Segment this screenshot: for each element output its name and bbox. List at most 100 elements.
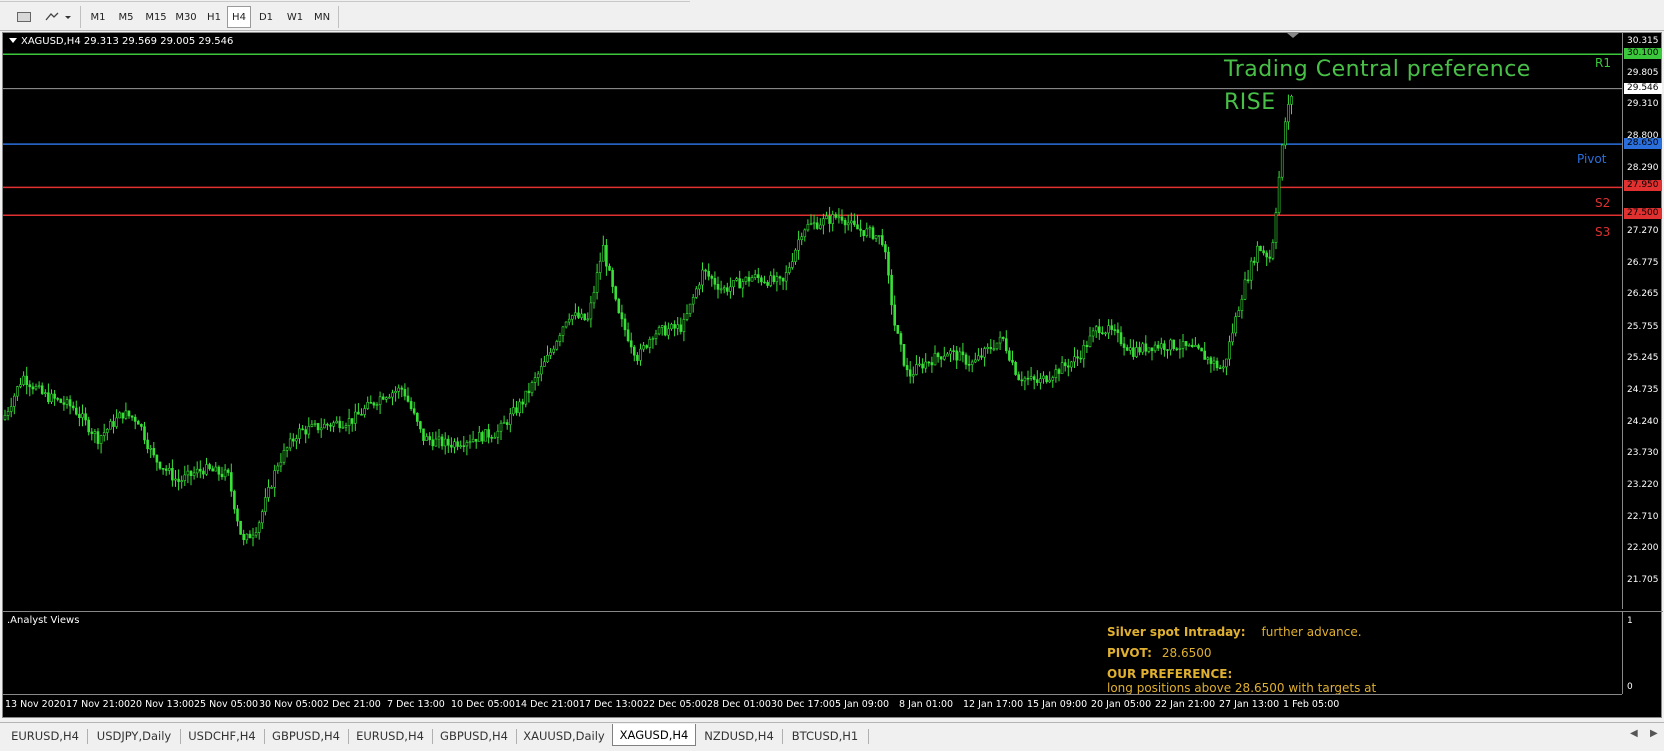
candle-body bbox=[90, 431, 94, 434]
trading-central-title: Trading Central preference bbox=[1224, 57, 1531, 82]
timeframe-mn[interactable]: MN bbox=[309, 6, 335, 28]
timeframe-m15[interactable]: M15 bbox=[141, 6, 171, 28]
candle-body bbox=[946, 353, 949, 357]
candle-body bbox=[71, 405, 75, 409]
tab-eurusd-h4-2[interactable]: EURUSD,H4 bbox=[350, 726, 430, 746]
candle-body bbox=[412, 408, 416, 414]
candle-body bbox=[273, 470, 277, 488]
time-tick: 22 Dec 05:00 bbox=[643, 699, 707, 710]
tools-dropdown-icon[interactable] bbox=[42, 6, 74, 28]
candle-body bbox=[970, 361, 974, 365]
level-label-r1: R1 bbox=[1595, 56, 1611, 70]
candle-body bbox=[1225, 358, 1228, 368]
timeframe-w1[interactable]: W1 bbox=[283, 6, 307, 28]
timeframe-h1[interactable]: H1 bbox=[202, 6, 226, 28]
timeframe-m30[interactable]: M30 bbox=[171, 6, 201, 28]
candle-body bbox=[87, 419, 90, 433]
analyst-views-panel[interactable]: .Analyst Views Silver spot Intraday: furt… bbox=[3, 611, 1622, 695]
candle-body bbox=[1259, 245, 1262, 251]
candle-body bbox=[527, 390, 531, 394]
candle-body bbox=[617, 298, 621, 314]
candle-body bbox=[1032, 376, 1036, 380]
candle-body bbox=[353, 411, 357, 424]
tab-nzdusd-h4[interactable]: NZDUSD,H4 bbox=[698, 726, 780, 746]
candle-body bbox=[1098, 326, 1101, 333]
candle-body bbox=[536, 373, 540, 378]
price-tick: 30.315 bbox=[1627, 36, 1659, 46]
candle-body bbox=[1082, 344, 1086, 360]
candle-body bbox=[667, 328, 670, 336]
price-tick: 24.735 bbox=[1627, 385, 1659, 395]
candle-body bbox=[784, 272, 788, 282]
candle-body bbox=[143, 426, 146, 441]
candle-body bbox=[19, 384, 22, 387]
preference-text: long positions above 28.6500 with target… bbox=[1107, 681, 1377, 695]
price-chart[interactable]: XAGUSD,H4 29.313 29.569 29.005 29.546 Tr… bbox=[3, 33, 1622, 609]
tab-usdjpy-daily[interactable]: USDJPY,Daily bbox=[90, 726, 178, 746]
candle-body bbox=[133, 416, 137, 422]
timeframe-m1[interactable]: M1 bbox=[86, 6, 110, 28]
candle-body bbox=[1150, 347, 1154, 351]
candle-body bbox=[983, 348, 986, 358]
candle-body bbox=[781, 277, 785, 282]
candle-body bbox=[236, 508, 239, 522]
candle-body bbox=[313, 423, 317, 425]
candle-body bbox=[642, 345, 645, 350]
candle-body bbox=[388, 396, 391, 399]
tabs-scroll-right-icon[interactable]: ▶ bbox=[1650, 728, 1658, 739]
candle-body bbox=[611, 270, 614, 287]
candle-body bbox=[732, 280, 735, 288]
candle-body bbox=[260, 511, 264, 524]
price-axis[interactable]: 30.315 29.805 29.310 28.800 28.290 27.27… bbox=[1622, 33, 1663, 609]
candle-body bbox=[1029, 376, 1033, 379]
candlestick-plot[interactable] bbox=[3, 33, 1622, 609]
candle-body bbox=[453, 441, 456, 448]
candle-body bbox=[583, 313, 587, 320]
candle-body bbox=[360, 413, 363, 416]
candle-body bbox=[719, 288, 723, 291]
tab-usdchf-h4[interactable]: USDCHF,H4 bbox=[182, 726, 262, 746]
collapse-triangle-icon[interactable] bbox=[9, 38, 17, 43]
candle-body bbox=[195, 468, 199, 474]
chart-shift-marker-icon[interactable] bbox=[1287, 33, 1299, 38]
candle-body bbox=[419, 421, 422, 430]
candle-body bbox=[1020, 379, 1024, 382]
candle-body bbox=[865, 228, 869, 236]
timeframe-d1[interactable]: D1 bbox=[254, 6, 278, 28]
timeframe-m5[interactable]: M5 bbox=[113, 6, 139, 28]
candle-body bbox=[713, 278, 717, 285]
chart-window[interactable]: XAGUSD,H4 29.313 29.569 29.005 29.546 Tr… bbox=[2, 32, 1663, 718]
candle-body bbox=[465, 442, 469, 447]
tabs-scroll-left-icon[interactable]: ◀ bbox=[1630, 728, 1638, 739]
time-tick: 13 Nov 2020 bbox=[5, 699, 66, 710]
candle-body bbox=[338, 420, 342, 429]
price-tag-current: 29.546 bbox=[1624, 83, 1662, 94]
candle-body bbox=[1141, 343, 1144, 353]
tab-xauusd-daily[interactable]: XAUUSD,Daily bbox=[518, 726, 610, 746]
tab-eurusd-h4[interactable]: EURUSD,H4 bbox=[6, 726, 84, 746]
tab-gbpusd-h4-2[interactable]: GBPUSD,H4 bbox=[434, 726, 514, 746]
candle-body bbox=[1094, 326, 1098, 332]
analyst-headline: Silver spot Intraday: further advance. bbox=[1107, 625, 1362, 639]
candle-body bbox=[1274, 212, 1278, 243]
time-axis[interactable]: 13 Nov 2020 17 Nov 21:00 20 Nov 13:00 25… bbox=[3, 694, 1622, 718]
timeframe-h4[interactable]: H4 bbox=[227, 6, 251, 28]
candle-body bbox=[1197, 345, 1200, 349]
candle-body bbox=[1039, 378, 1042, 383]
candle-body bbox=[1222, 366, 1225, 369]
tab-xagusd-h4[interactable]: XAGUSD,H4 bbox=[612, 724, 696, 746]
candle-body bbox=[1160, 343, 1163, 349]
candle-body bbox=[787, 267, 791, 273]
tab-gbpusd-h4[interactable]: GBPUSD,H4 bbox=[266, 726, 346, 746]
candle-body bbox=[1129, 347, 1132, 351]
price-tick: 23.730 bbox=[1627, 448, 1659, 458]
tab-btcusd-h1[interactable]: BTCUSD,H1 bbox=[784, 726, 866, 746]
candle-body bbox=[636, 354, 639, 361]
candle-body bbox=[391, 392, 394, 398]
chart-window-icon[interactable] bbox=[10, 6, 38, 28]
candle-body bbox=[468, 441, 472, 444]
candle-body bbox=[691, 297, 695, 305]
candle-body bbox=[707, 271, 711, 277]
chart-tabs-bar: EURUSD,H4 USDJPY,Daily USDCHF,H4 GBPUSD,… bbox=[0, 722, 1664, 751]
candle-body bbox=[189, 470, 193, 477]
